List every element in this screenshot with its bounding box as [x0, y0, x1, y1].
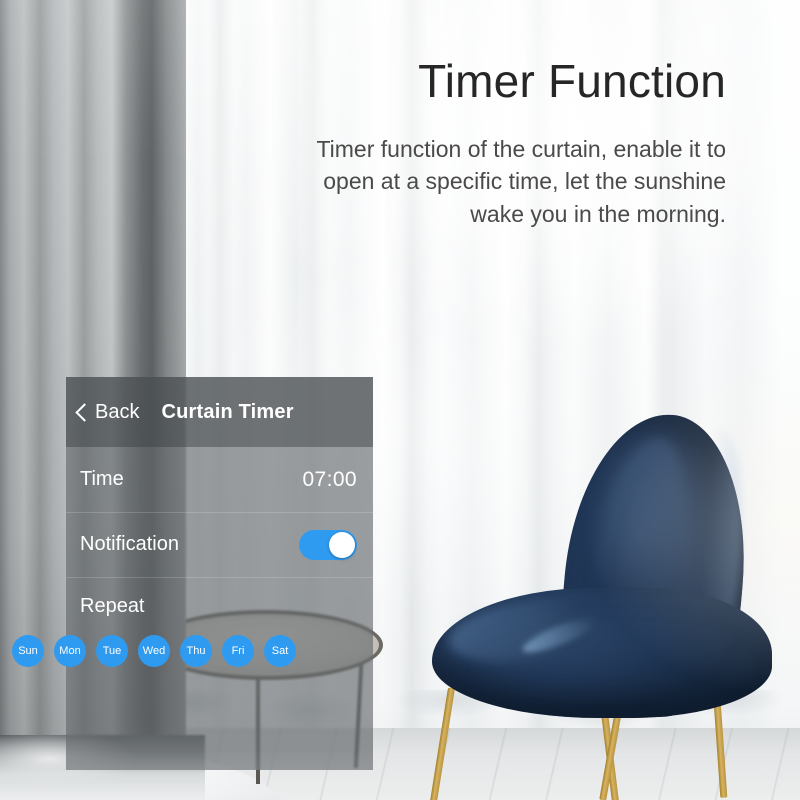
time-value: 07:00: [302, 467, 357, 491]
repeat-label: Repeat: [80, 594, 145, 617]
row-time[interactable]: Time 07:00: [66, 447, 373, 512]
back-button-label: Back: [95, 400, 140, 423]
day-pill-sat[interactable]: Sat: [264, 635, 296, 667]
row-notification[interactable]: Notification: [66, 512, 373, 577]
back-button[interactable]: Back: [75, 400, 140, 424]
chevron-left-icon: [75, 402, 94, 422]
notification-toggle[interactable]: [299, 529, 357, 560]
day-pill-tue[interactable]: Tue: [96, 635, 128, 667]
curtain-timer-panel: Back Curtain Timer Time 07:00 Notificati…: [66, 377, 373, 770]
panel-title: Curtain Timer: [161, 400, 294, 423]
panel-bottom-fade: [66, 718, 373, 770]
day-pill-fri[interactable]: Fri: [222, 635, 254, 667]
marketing-copy: Timer Function Timer function of the cur…: [296, 56, 726, 231]
notification-label: Notification: [80, 533, 179, 555]
page-title: Timer Function: [418, 55, 726, 107]
time-label: Time: [80, 468, 124, 490]
notification-toggle-knob: [329, 531, 355, 558]
day-pill-sun[interactable]: Sun: [12, 635, 44, 667]
row-repeat[interactable]: Repeat: [66, 577, 373, 635]
panel-header: Back Curtain Timer: [66, 377, 373, 447]
repeat-day-selector: Sun Mon Tue Wed Thu Fri Sat: [12, 635, 319, 667]
day-pill-thu[interactable]: Thu: [180, 635, 212, 667]
day-pill-mon[interactable]: Mon: [54, 635, 86, 667]
page-description: Timer function of the curtain, enable it…: [316, 135, 726, 228]
screenshot-root: Timer Function Timer function of the cur…: [0, 0, 800, 800]
day-pill-wed[interactable]: Wed: [138, 635, 170, 667]
